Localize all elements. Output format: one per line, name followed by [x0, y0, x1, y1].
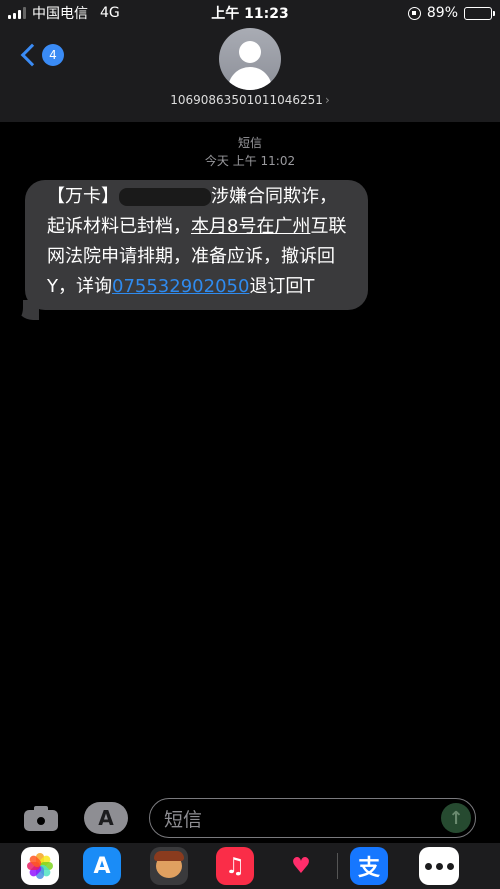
photos-icon: [27, 853, 53, 879]
message-input[interactable]: 短信 ↑: [149, 798, 476, 838]
carrier-label: 中国电信: [32, 6, 88, 22]
photos-app-button[interactable]: [21, 847, 59, 885]
date-detector-link[interactable]: 本月8号在广州: [191, 216, 310, 237]
divider: [337, 853, 338, 879]
person-icon: [239, 41, 261, 63]
message-sender-tag: 【万卡】: [47, 186, 119, 207]
battery-percent: 89%: [426, 5, 458, 21]
redacted-text: [119, 188, 211, 206]
chevron-left-icon: [20, 43, 44, 67]
message-bubble[interactable]: 【万卡】 涉嫌合同欺诈，起诉材料已封档，本月8号在广州互联网法院申请排期，准备应诉…: [25, 180, 368, 310]
alipay-icon: 支: [357, 856, 380, 881]
chevron-right-icon: ›: [324, 93, 330, 107]
avatar[interactable]: [219, 28, 281, 90]
network-label: 4G: [100, 5, 120, 21]
music-app-button[interactable]: ♫: [216, 847, 254, 885]
message-type-label: 短信: [237, 136, 262, 150]
contact-number: 106908635010110462​51: [170, 93, 323, 107]
rotation-lock-icon: [407, 6, 421, 20]
message-input-placeholder: 短信: [164, 808, 203, 831]
more-apps-button[interactable]: [419, 847, 459, 885]
memoji-icon: [154, 851, 184, 878]
heart-icon: ♥: [291, 853, 311, 879]
app-drawer: A ♫ ♥ 支: [0, 843, 500, 889]
status-bar: 中国电信 4G 上午 11:23 89%: [0, 0, 500, 26]
signal-icon: [8, 7, 26, 19]
app-store-icon: A: [98, 806, 114, 830]
digital-touch-app-button[interactable]: ♥: [282, 847, 320, 885]
battery-icon: [464, 6, 495, 20]
app-store-app-button[interactable]: A: [83, 847, 121, 885]
music-note-icon: ♫: [225, 853, 245, 879]
arrow-up-icon: ↑: [448, 807, 464, 829]
ellipsis-icon: [424, 862, 454, 870]
status-time: 上午 11:23: [211, 6, 289, 22]
back-button[interactable]: 4: [18, 43, 64, 67]
app-store-button[interactable]: A: [84, 802, 128, 834]
contact-name[interactable]: 106908635010110462​51 ›: [0, 93, 500, 107]
message-timestamp: 今天 上午 11:02: [204, 154, 296, 168]
input-bar: A 短信 ↑: [0, 795, 500, 843]
camera-button[interactable]: [24, 805, 58, 831]
phone-link[interactable]: 075532902050: [112, 276, 249, 297]
send-button[interactable]: ↑: [441, 803, 471, 833]
memoji-app-button[interactable]: [150, 847, 188, 885]
app-store-icon: A: [93, 853, 111, 879]
message-text-3: 退订回T: [249, 276, 315, 297]
message-meta: 短信 今天 上午 11:02: [0, 134, 500, 170]
conversation-header: 4 106908635010110462​51 ›: [0, 26, 500, 122]
unread-badge: 4: [42, 44, 64, 66]
alipay-app-button[interactable]: 支: [350, 847, 388, 885]
